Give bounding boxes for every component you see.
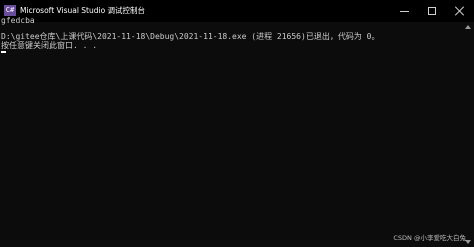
console-window: C# Microsoft Visual Studio 调试控制台 gfedcba… <box>0 0 474 247</box>
console-output[interactable]: gfedcba D:\gitee仓库\上课代码\2021-11-18\Debug… <box>0 10 462 247</box>
console-line-exit-status: D:\gitee仓库\上课代码\2021-11-18\Debug\2021-11… <box>1 32 380 41</box>
text-cursor <box>1 51 6 53</box>
console-line-output: gfedcba <box>1 16 35 25</box>
scroll-up-arrow-icon[interactable] <box>465 25 471 29</box>
console-line-press-any-key: 按任意键关闭此窗口. . . <box>1 41 98 50</box>
csdn-watermark: CSDN @小李爱吃大白兔 <box>393 234 466 242</box>
vertical-scrollbar[interactable] <box>462 22 474 247</box>
